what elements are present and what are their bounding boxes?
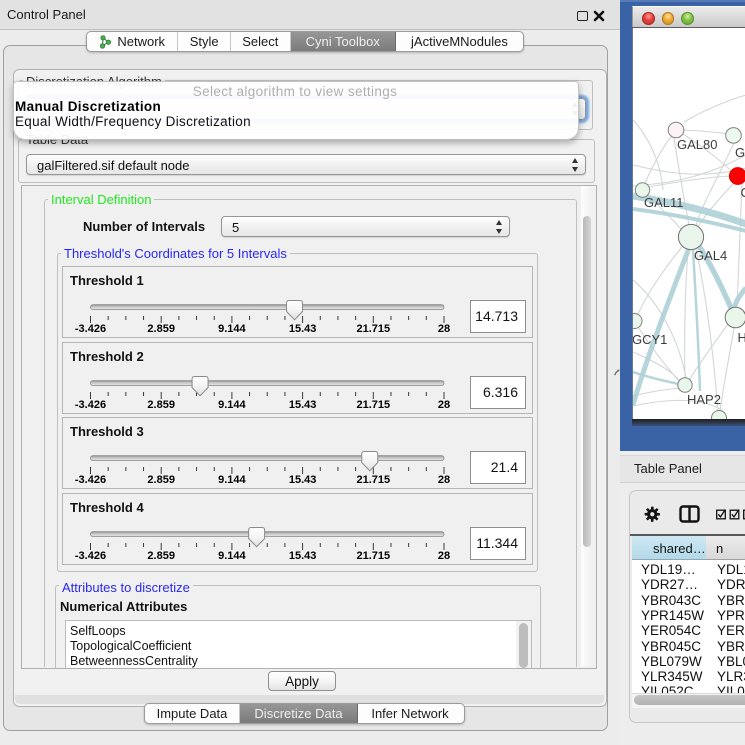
svg-text:28: 28 [438,399,450,411]
svg-text:28: 28 [438,474,450,486]
svg-text:GA: GA [735,145,745,160]
svg-text:2.859: 2.859 [147,550,175,562]
svg-text:15.43: 15.43 [289,474,317,486]
svg-text:28: 28 [438,550,450,562]
svg-text:GAL4: GAL4 [694,248,727,263]
svg-text:2.859: 2.859 [147,474,175,486]
svg-text:2.859: 2.859 [147,323,175,335]
svg-text:C: C [741,185,745,200]
svg-text:21.715: 21.715 [356,399,390,411]
svg-text:GCY1: GCY1 [633,332,667,347]
svg-text:9.144: 9.144 [218,550,246,562]
svg-text:21.715: 21.715 [356,323,390,335]
svg-text:-3.426: -3.426 [75,323,106,335]
svg-text:HAP2: HAP2 [687,392,721,407]
svg-text:9.144: 9.144 [218,323,246,335]
svg-text:GAL11: GAL11 [644,195,684,210]
svg-text:15.43: 15.43 [289,323,317,335]
svg-text:21.715: 21.715 [356,474,390,486]
svg-text:9.144: 9.144 [218,474,246,486]
svg-text:28: 28 [438,323,450,335]
svg-text:GAL80: GAL80 [677,137,717,152]
svg-text:-3.426: -3.426 [75,399,106,411]
svg-text:15.43: 15.43 [289,399,317,411]
svg-text:9.144: 9.144 [218,399,246,411]
svg-text:15.43: 15.43 [289,550,317,562]
svg-text:HI: HI [738,330,745,345]
svg-text:2.859: 2.859 [147,399,175,411]
svg-text:-3.426: -3.426 [75,550,106,562]
svg-text:-3.426: -3.426 [75,474,106,486]
svg-text:21.715: 21.715 [356,550,390,562]
